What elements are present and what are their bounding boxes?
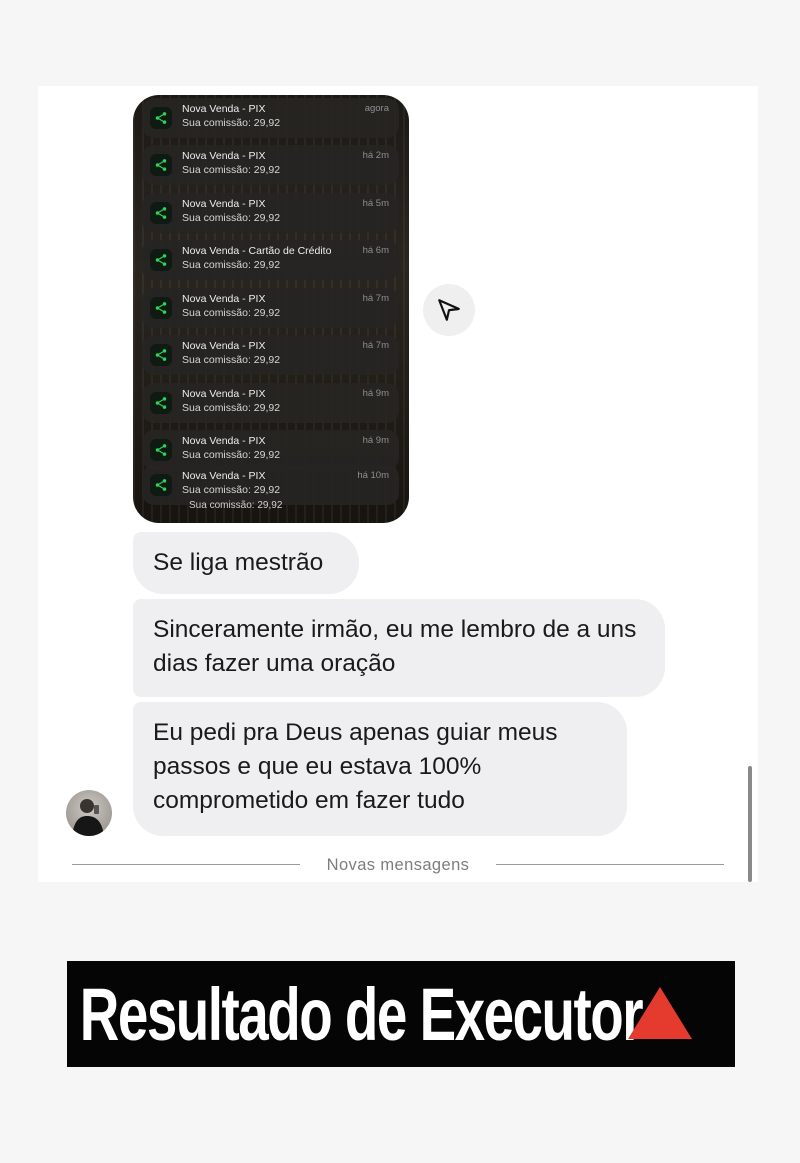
divider-line-right [496,864,724,865]
notification-title: Nova Venda - Cartão de Crédito [182,245,332,257]
notification-title: Nova Venda - PIX [182,470,266,482]
message-bubble[interactable]: Eu pedi pra Deus apenas guiar meus passo… [133,702,627,836]
message-bubble[interactable]: Se liga mestrão [133,532,359,594]
notification-time: há 9m [362,388,389,399]
notification-title: Nova Venda - PIX [182,293,266,305]
share-nodes-icon [155,479,167,491]
app-icon [150,297,172,319]
app-icon [150,154,172,176]
shared-screenshot-image[interactable]: Nova Venda - PIX Sua comissão: 29,92 agora… [133,95,409,523]
notification-time: há 7m [362,340,389,351]
notification-subtitle: Sua comissão: 29,92 [182,164,281,176]
app-icon [150,439,172,461]
share-nodes-icon [155,254,167,266]
notification-subtitle-partial: Sua comissão: 29,92 [189,500,283,511]
scrollbar[interactable] [748,766,752,882]
avatar[interactable] [66,790,112,836]
share-nodes-icon [155,444,167,456]
send-icon [438,299,460,321]
red-triangle-icon [628,987,692,1039]
share-nodes-icon [155,112,167,124]
notification-card: Nova Venda - PIX Sua comissão: 29,92 há 5m [142,193,399,233]
message-text: Eu pedi pra Deus apenas guiar meus passo… [153,719,558,814]
notification-subtitle: Sua comissão: 29,92 [182,212,281,224]
notification-title: Nova Venda - PIX [182,150,266,162]
app-icon [150,202,172,224]
notification-time: há 5m [362,198,389,209]
notification-subtitle: Sua comissão: 29,92 [182,259,281,271]
notification-card: Nova Venda - PIX Sua comissão: 29,92 há 2m [142,145,399,185]
notification-title: Nova Venda - PIX [182,103,266,115]
app-icon [150,474,172,496]
chat-thread: Nova Venda - PIX Sua comissão: 29,92 agora… [38,86,758,882]
new-messages-label: Novas mensagens [326,856,470,874]
notification-time: agora [364,103,389,114]
share-button[interactable] [423,284,475,336]
notification-subtitle: Sua comissão: 29,92 [182,449,281,461]
notification-card: Nova Venda - PIX Sua comissão: 29,92 há 7m [142,335,399,375]
app-icon [150,392,172,414]
notification-time: há 9m [362,435,389,446]
notification-card: Nova Venda - PIX Sua comissão: 29,92 há 9m [142,430,399,470]
notification-subtitle: Sua comissão: 29,92 [182,484,281,496]
person-photo [72,799,104,836]
notification-subtitle: Sua comissão: 29,92 [182,402,281,414]
notification-title: Nova Venda - PIX [182,435,266,447]
notification-title: Nova Venda - PIX [182,388,266,400]
notification-card: Nova Venda - PIX Sua comissão: 29,92 agora [142,98,399,138]
notification-subtitle: Sua comissão: 29,92 [182,117,281,129]
share-nodes-icon [155,207,167,219]
notification-card: Nova Venda - Cartão de Crédito Sua comiss… [142,240,399,280]
notification-time: há 10m [357,470,389,481]
notification-subtitle: Sua comissão: 29,92 [182,354,281,366]
notification-time: há 2m [362,150,389,161]
app-icon [150,107,172,129]
message-bubble[interactable]: Sinceramente irmão, eu me lembro de a un… [133,599,665,697]
share-nodes-icon [155,302,167,314]
share-nodes-icon [155,349,167,361]
notification-title: Nova Venda - PIX [182,340,266,352]
notification-card: Nova Venda - PIX Sua comissão: 29,92 há 9m [142,383,399,423]
notification-card: Nova Venda - PIX Sua comissão: 29,92 há 10… [142,465,399,505]
notification-time: há 6m [362,245,389,256]
message-text: Se liga mestrão [153,549,324,576]
share-nodes-icon [155,159,167,171]
message-text: Sinceramente irmão, eu me lembro de a un… [153,616,637,677]
notification-card: Nova Venda - PIX Sua comissão: 29,92 há 7m [142,288,399,328]
notification-title: Nova Venda - PIX [182,198,266,210]
notification-time: há 7m [362,293,389,304]
share-nodes-icon [155,397,167,409]
banner-text: Resultado de Executor [79,972,644,1056]
app-icon [150,249,172,271]
app-icon [150,344,172,366]
notification-subtitle: Sua comissão: 29,92 [182,307,281,319]
